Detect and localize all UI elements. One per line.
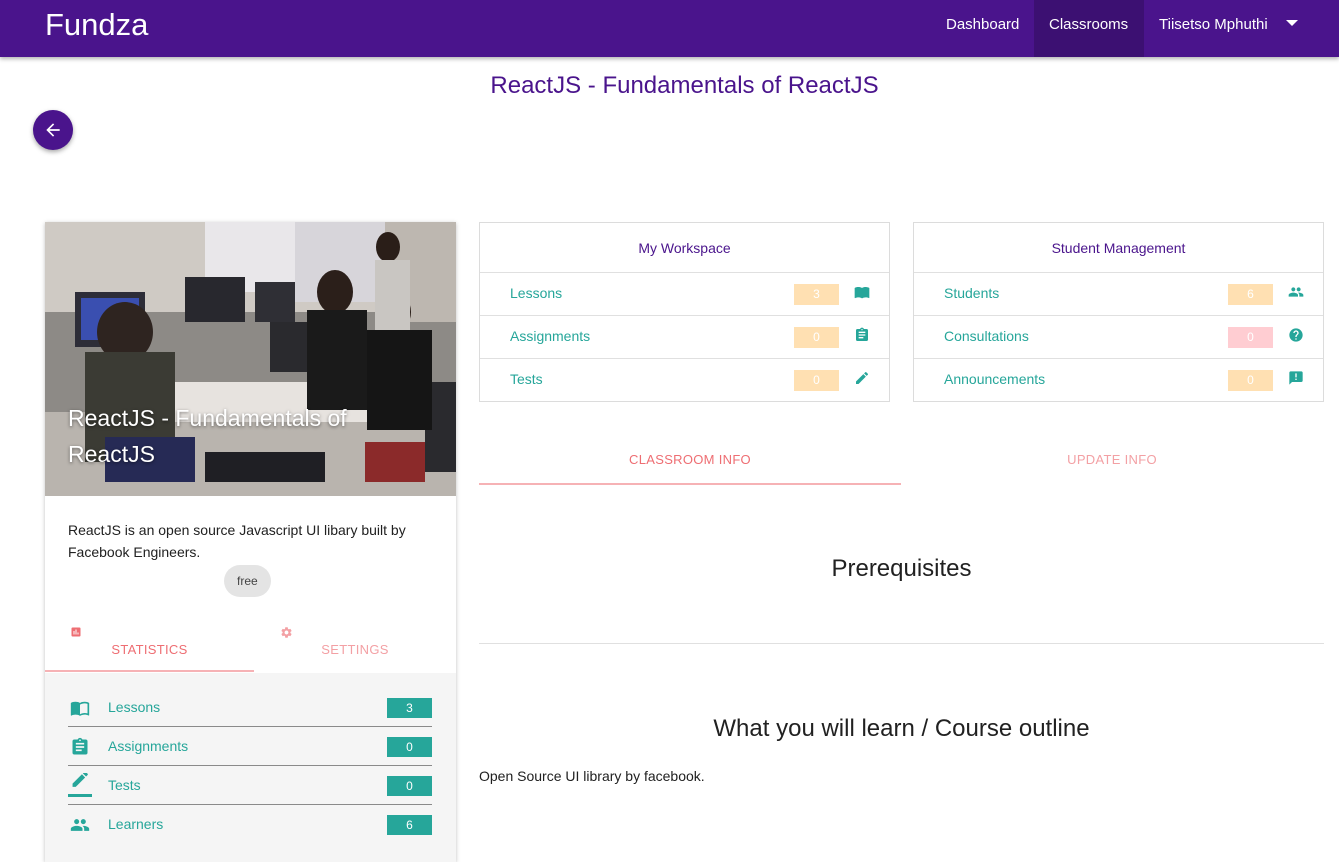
course-image: ReactJS - Fundamentals of ReactJS (45, 222, 456, 496)
row-label: Students (944, 285, 1000, 301)
card-title: ReactJS - Fundamentals of ReactJS (68, 405, 347, 467)
price-chip: free (224, 565, 271, 597)
stat-row-learners[interactable]: Learners 6 (68, 805, 432, 844)
pencil-icon (856, 371, 869, 384)
help-icon (1289, 328, 1303, 342)
nav-classrooms[interactable]: Classrooms (1034, 0, 1144, 57)
student-management-title: Student Management (914, 223, 1323, 273)
top-navbar: Fundza Dashboard Classrooms Tiisetso Mph… (0, 0, 1339, 57)
tab-update-info[interactable]: UPDATE INFO (901, 436, 1323, 485)
brand-logo[interactable]: Fundza (45, 7, 148, 43)
stat-row-lessons[interactable]: Lessons 3 (68, 688, 432, 727)
consultations-row[interactable]: Consultations 0 (914, 316, 1323, 359)
nav-dashboard[interactable]: Dashboard (931, 0, 1034, 57)
course-description: ReactJS is an open source Javascript UI … (68, 522, 406, 560)
row-label: Announcements (944, 371, 1046, 387)
stat-count: 0 (387, 737, 432, 757)
people-icon (1288, 287, 1304, 297)
tab-statistics-label: STATISTICS (111, 642, 188, 657)
gear-icon (281, 627, 292, 638)
workspace-row-tests[interactable]: Tests 0 (480, 359, 889, 402)
stat-row-tests[interactable]: Tests 0 (68, 766, 432, 805)
stat-row-assignments[interactable]: Assignments 0 (68, 727, 432, 766)
stat-label: Assignments (108, 738, 189, 754)
chevron-down-icon (1285, 20, 1298, 27)
page-title: ReactJS - Fundamentals of ReactJS (490, 72, 879, 99)
stat-label: Learners (108, 816, 164, 832)
count-badge: 0 (1228, 327, 1273, 348)
student-management-panel: Student Management Students 6 Consultati… (913, 222, 1324, 402)
stat-label: Tests (108, 777, 141, 793)
count-badge: 3 (794, 284, 839, 305)
stat-count: 6 (387, 815, 432, 835)
count-badge: 0 (794, 327, 839, 348)
tab-settings[interactable]: SETTINGS (254, 616, 456, 672)
course-card: ReactJS - Fundamentals of ReactJS ReactJ… (45, 222, 456, 862)
row-label: Tests (510, 371, 543, 387)
stat-count: 3 (387, 698, 432, 718)
count-badge: 0 (794, 370, 839, 391)
people-icon (70, 819, 90, 831)
count-badge: 6 (1228, 284, 1273, 305)
stat-label: Lessons (108, 699, 161, 715)
tab-statistics[interactable]: STATISTICS (45, 616, 254, 672)
count-badge: 0 (1228, 370, 1273, 391)
tab-classroom-info[interactable]: CLASSROOM INFO (479, 436, 901, 485)
statistics-panel: Lessons 3 Assignments 0 Tests 0 Learners (45, 673, 456, 862)
clipboard-icon (72, 737, 88, 755)
row-label: Consultations (944, 328, 1029, 344)
workspace-row-lessons[interactable]: Lessons 3 (480, 273, 889, 316)
students-row[interactable]: Students 6 (914, 273, 1323, 316)
workspace-panel: My Workspace Lessons 3 Assignments 0 Tes… (479, 222, 890, 402)
arrow-back-icon (46, 123, 60, 137)
announcements-row[interactable]: Announcements 0 (914, 359, 1323, 402)
user-name: Tiisetso Mphuthi (1159, 16, 1268, 33)
tab-settings-label: SETTINGS (321, 642, 389, 657)
pencil-icon (68, 773, 92, 797)
book-icon (854, 287, 870, 299)
bar-chart-icon (71, 627, 81, 637)
user-menu[interactable]: Tiisetso Mphuthi (1144, 0, 1313, 57)
announcement-icon (1289, 371, 1303, 385)
prerequisites-heading: Prerequisites (831, 555, 972, 582)
outline-text: Open Source UI library by facebook. (479, 768, 705, 784)
workspace-row-assignments[interactable]: Assignments 0 (480, 316, 889, 359)
row-label: Lessons (510, 285, 563, 301)
clipboard-icon (856, 327, 868, 341)
back-button[interactable] (33, 110, 73, 150)
stat-count: 0 (387, 776, 432, 796)
outline-heading: What you will learn / Course outline (713, 715, 1090, 742)
row-label: Assignments (510, 328, 591, 344)
divider (479, 643, 1324, 644)
book-icon (70, 701, 90, 716)
workspace-title: My Workspace (480, 223, 889, 273)
